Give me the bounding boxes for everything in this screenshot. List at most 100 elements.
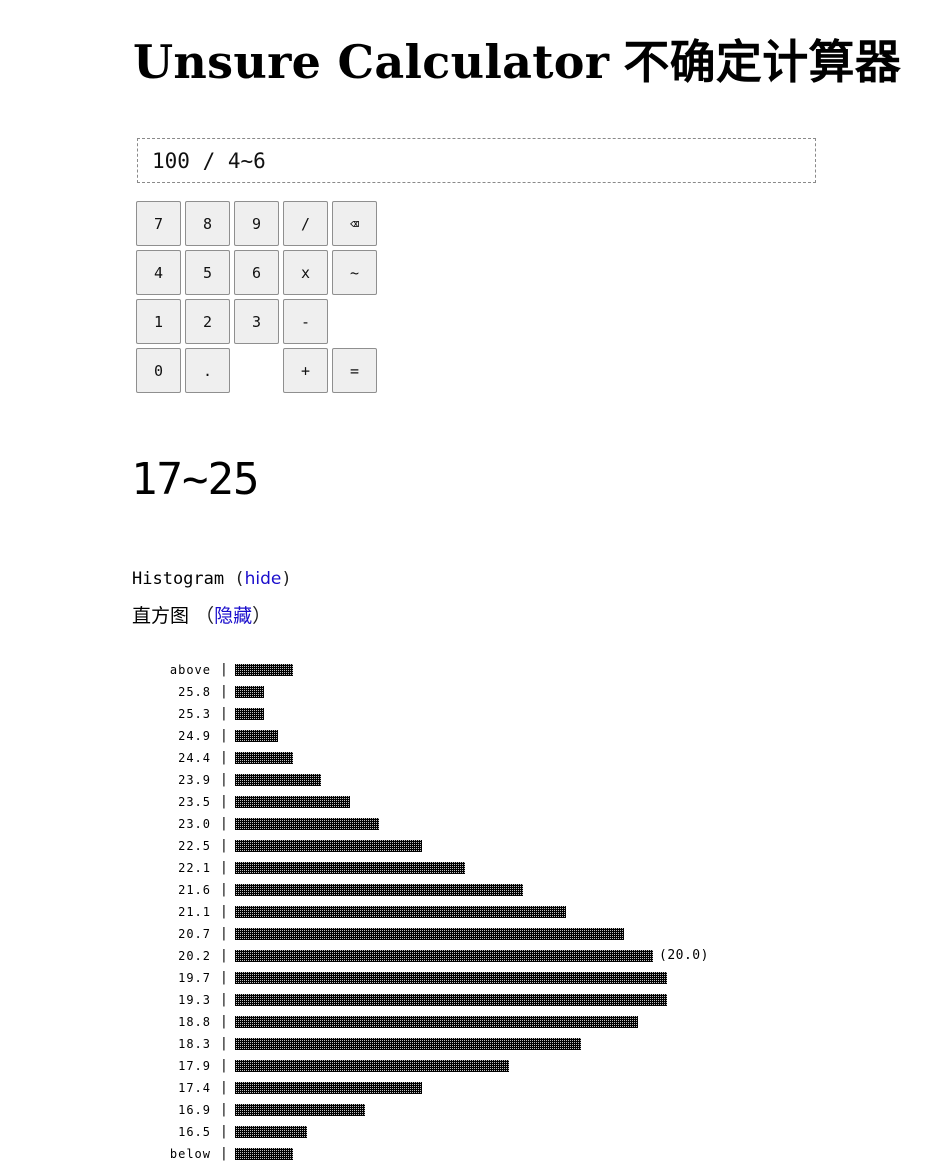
key-divide[interactable]: / — [283, 201, 328, 246]
bin-separator: | — [220, 1058, 228, 1073]
histogram-row: 16.5 | — [140, 1121, 840, 1143]
keypad: 7 8 9/⌫ 4 5 6 x ~1 2 3- 0. + = — [136, 201, 381, 396]
histogram-row: 24.9 | — [140, 725, 840, 747]
histogram-row: below | — [140, 1143, 840, 1165]
key-2[interactable]: 2 — [185, 299, 230, 344]
bin-label: 23.0 — [178, 817, 211, 831]
histogram-row: 25.3 | — [140, 703, 840, 725]
bin-separator: | — [220, 926, 228, 941]
histogram-row: 20.7 | — [140, 923, 840, 945]
key-7[interactable]: 7 — [136, 201, 181, 246]
bin-label: 20.2 — [178, 949, 211, 963]
histogram-bar — [235, 994, 667, 1006]
histogram-bar — [235, 906, 566, 918]
histogram-row: 17.4 | — [140, 1077, 840, 1099]
histogram-bar — [235, 928, 624, 940]
page-title: Unsure Calculator 不确定计算器 — [133, 32, 901, 92]
histogram-row: 21.1 | — [140, 901, 840, 923]
bin-separator: | — [220, 816, 228, 831]
bin-separator: | — [220, 948, 228, 963]
key-multiply[interactable]: x — [283, 250, 328, 295]
bin-label: 23.5 — [178, 795, 211, 809]
bin-label: 25.3 — [178, 707, 211, 721]
bin-separator: | — [220, 1146, 228, 1161]
key-range[interactable]: ~ — [332, 250, 377, 295]
histogram-bar — [235, 972, 667, 984]
histogram-row: 24.4 | — [140, 747, 840, 769]
histogram-bar — [235, 664, 293, 676]
histogram-bar — [235, 1082, 422, 1094]
bin-label: 24.4 — [178, 751, 211, 765]
hide-histogram-link-en[interactable]: hide — [245, 569, 282, 589]
key-decimal[interactable]: . — [185, 348, 230, 393]
bin-separator: | — [220, 1102, 228, 1117]
bin-separator: | — [220, 904, 228, 919]
bin-label: 20.7 — [178, 927, 211, 941]
histogram-bar — [235, 1104, 365, 1116]
histogram-row: 18.8 | — [140, 1011, 840, 1033]
histogram-title-zh: 直方图 — [132, 605, 190, 627]
title-chinese: 不确定计算器 — [623, 35, 902, 89]
histogram-bar — [235, 862, 465, 874]
histogram-bar — [235, 752, 293, 764]
histogram-row: 22.1 | — [140, 857, 840, 879]
hide-histogram-link-zh[interactable]: 隐藏 — [214, 605, 252, 627]
key-5[interactable]: 5 — [185, 250, 230, 295]
histogram-row: 16.9 | — [140, 1099, 840, 1121]
bin-separator: | — [220, 772, 228, 787]
histogram-row: 19.7 | — [140, 967, 840, 989]
histogram-row: above | — [140, 659, 840, 681]
bin-label: 18.8 — [178, 1015, 211, 1029]
bin-separator: | — [220, 1080, 228, 1095]
bin-label: 25.8 — [178, 685, 211, 699]
bin-label: 21.6 — [178, 883, 211, 897]
title-english: Unsure Calculator — [133, 35, 610, 89]
bin-separator: | — [220, 882, 228, 897]
histogram-bar — [235, 1038, 581, 1050]
key-1[interactable]: 1 — [136, 299, 181, 344]
histogram-row: 17.9 | — [140, 1055, 840, 1077]
bin-label: 19.7 — [178, 971, 211, 985]
histogram-bar — [235, 818, 379, 830]
histogram-bar — [235, 950, 653, 962]
key-subtract[interactable]: - — [283, 299, 328, 344]
bin-separator: | — [220, 1036, 228, 1051]
histogram-row: 22.5 | — [140, 835, 840, 857]
histogram-bar — [235, 796, 350, 808]
histogram-bar — [235, 730, 278, 742]
histogram-bar — [235, 686, 264, 698]
bin-separator: | — [220, 860, 228, 875]
bin-separator: | — [220, 1014, 228, 1029]
histogram-label-en: Histogram (hide) — [132, 569, 292, 589]
histogram-row: 25.8 | — [140, 681, 840, 703]
bin-separator: | — [220, 838, 228, 853]
key-0[interactable]: 0 — [136, 348, 181, 393]
bin-separator: | — [220, 794, 228, 809]
result-display: 17~25 — [131, 454, 259, 505]
bin-label: 23.9 — [178, 773, 211, 787]
bin-label: 16.9 — [178, 1103, 211, 1117]
bin-label: 24.9 — [178, 729, 211, 743]
bin-separator: | — [220, 662, 228, 677]
mean-note: (20.0) — [659, 948, 709, 963]
bin-label: 19.3 — [178, 993, 211, 1007]
key-6[interactable]: 6 — [234, 250, 279, 295]
bin-separator: | — [220, 992, 228, 1007]
bin-label: 17.9 — [178, 1059, 211, 1073]
bin-label: 17.4 — [178, 1081, 211, 1095]
backspace-key[interactable]: ⌫ — [332, 201, 377, 246]
bin-separator: | — [220, 684, 228, 699]
bin-label: 22.1 — [178, 861, 211, 875]
key-8[interactable]: 8 — [185, 201, 230, 246]
key-4[interactable]: 4 — [136, 250, 181, 295]
histogram-title-en: Histogram — [132, 569, 225, 589]
key-equals[interactable]: = — [332, 348, 377, 393]
histogram-row: 20.2 | (20.0) — [140, 945, 840, 967]
bin-separator: | — [220, 970, 228, 985]
key-9[interactable]: 9 — [234, 201, 279, 246]
key-3[interactable]: 3 — [234, 299, 279, 344]
histogram-row: 18.3 | — [140, 1033, 840, 1055]
key-add[interactable]: + — [283, 348, 328, 393]
expression-input[interactable] — [137, 138, 816, 183]
histogram-label-zh: 直方图 （隐藏） — [132, 605, 272, 627]
